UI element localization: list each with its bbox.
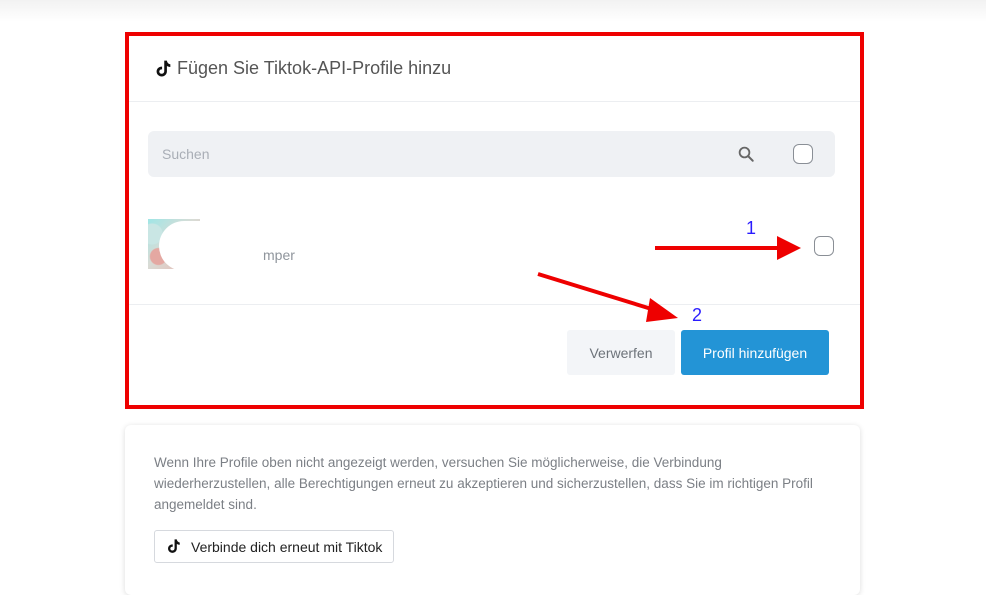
tiktok-icon (156, 60, 171, 76)
annotation-number-1: 1 (746, 218, 757, 238)
avatar (148, 219, 200, 269)
dialog-title: Fügen Sie Tiktok-API-Profile hinzu (177, 58, 452, 78)
search-input[interactable] (148, 131, 708, 177)
profile-checkbox[interactable] (814, 236, 834, 256)
reconnect-tiktok-button[interactable]: Verbinde dich erneut mit Tiktok (154, 530, 395, 563)
avatar-redaction (159, 221, 200, 269)
profile-row: mper (148, 219, 838, 275)
profile-name: mper (263, 247, 295, 263)
info-text: Wenn Ihre Profile oben nicht angezeigt w… (154, 455, 813, 512)
search-icon[interactable] (737, 145, 755, 163)
select-all-checkbox[interactable] (793, 144, 813, 164)
add-profile-button[interactable]: Profil hinzufügen (681, 330, 829, 375)
tiktok-icon (168, 539, 180, 553)
info-card: Wenn Ihre Profile oben nicht angezeigt w… (125, 425, 860, 595)
reconnect-label: Verbinde dich erneut mit Tiktok (191, 538, 383, 555)
dialog-header: Fügen Sie Tiktok-API-Profile hinzu (129, 36, 860, 102)
footer-divider (129, 304, 860, 305)
discard-button[interactable]: Verwerfen (567, 330, 675, 375)
annotation-number-2: 2 (692, 305, 703, 325)
top-shadow (0, 0, 986, 22)
search-bar (148, 131, 835, 177)
